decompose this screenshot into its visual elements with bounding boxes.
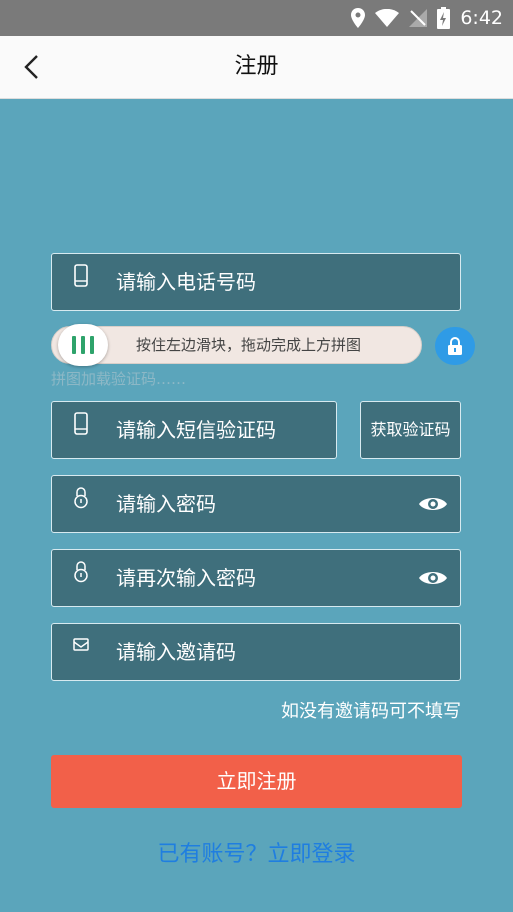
phone-input[interactable]: 请输入电话号码	[51, 253, 461, 311]
page-title: 注册	[234, 54, 279, 79]
status-bar: 6:42	[0, 0, 513, 36]
handle-grip	[72, 336, 76, 354]
eye-icon[interactable]	[418, 565, 448, 591]
app-bar: 注册	[0, 36, 513, 99]
padlock-icon	[74, 487, 88, 509]
captcha-lock-button[interactable]	[435, 327, 475, 365]
status-icons: 6:42	[351, 0, 503, 36]
handle-grip	[81, 336, 85, 354]
captcha-loading-hint: 拼图加载验证码……	[51, 370, 187, 388]
padlock-icon	[448, 337, 462, 355]
captcha-slider-text: 按住左边滑块，拖动完成上方拼图	[136, 336, 362, 354]
padlock-icon	[74, 561, 88, 583]
location-icon	[351, 8, 366, 28]
sms-code-placeholder: 请输入短信验证码	[116, 418, 276, 442]
eye-icon[interactable]	[418, 491, 448, 517]
wifi-icon	[375, 9, 400, 27]
password-placeholder: 请输入密码	[116, 492, 216, 516]
sms-code-input[interactable]: 请输入短信验证码	[51, 401, 337, 459]
invite-note: 如没有邀请码可不填写	[281, 701, 461, 722]
register-button[interactable]: 立即注册	[51, 755, 462, 808]
phone-placeholder: 请输入电话号码	[116, 270, 256, 294]
captcha-slider-handle[interactable]	[58, 324, 108, 366]
password-input[interactable]: 请输入密码	[51, 475, 461, 533]
invite-code-input[interactable]: 请输入邀请码	[51, 623, 461, 681]
no-sim-icon	[409, 9, 428, 27]
confirm-password-input[interactable]: 请再次输入密码	[51, 549, 461, 607]
phone-icon	[74, 412, 88, 435]
invite-code-placeholder: 请输入邀请码	[116, 640, 236, 664]
phone-icon	[74, 264, 88, 287]
handle-grip	[90, 336, 94, 354]
get-code-button[interactable]: 获取验证码	[360, 401, 461, 459]
envelope-icon	[73, 638, 89, 651]
status-time: 6:42	[460, 7, 503, 29]
confirm-password-placeholder: 请再次输入密码	[116, 566, 256, 590]
battery-charging-icon	[437, 7, 451, 29]
login-link[interactable]: 已有账号？立即登录	[0, 836, 513, 868]
